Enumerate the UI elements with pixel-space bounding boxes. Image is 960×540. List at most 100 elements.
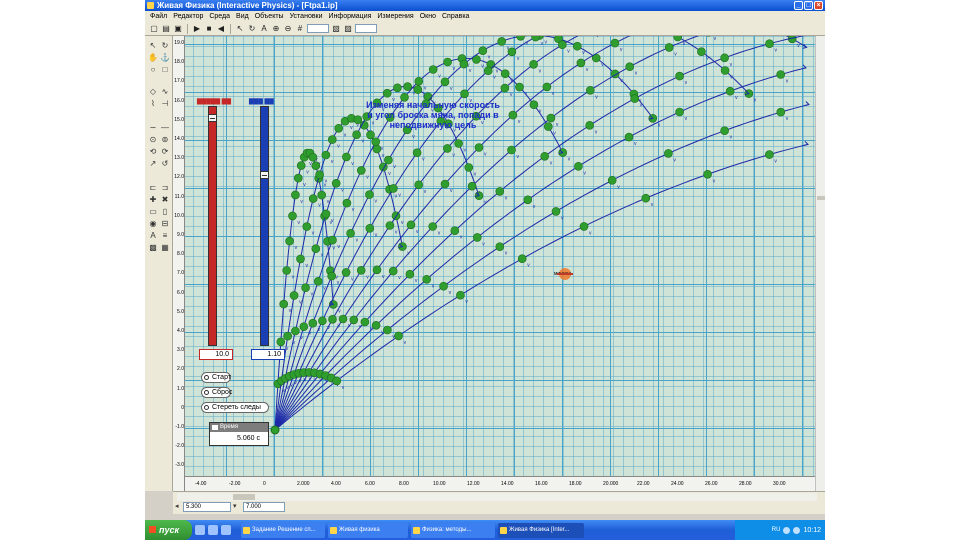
rotate-tool-icon[interactable]: ↻ bbox=[247, 24, 257, 34]
title-bar[interactable]: Живая Физика (Interactive Physics) - [Ft… bbox=[145, 0, 825, 11]
menu-item-help[interactable]: Справка bbox=[439, 13, 472, 20]
menu-item-define[interactable]: Установки bbox=[287, 13, 326, 20]
open-file-icon[interactable]: ▤ bbox=[161, 24, 171, 34]
zoom-in-icon[interactable]: ⊕ bbox=[271, 24, 281, 34]
menu-tool-icon[interactable]: ≡ bbox=[159, 230, 171, 241]
damper-tool-icon[interactable]: ⊣ bbox=[159, 98, 171, 109]
maximize-icon[interactable]: □ bbox=[804, 1, 813, 10]
rope-tool-icon[interactable]: ∼ bbox=[147, 122, 159, 133]
point-tool-icon[interactable]: ✚ bbox=[147, 194, 159, 205]
language-indicator[interactable]: RU bbox=[772, 527, 781, 533]
network-icon[interactable] bbox=[783, 526, 791, 534]
meter-tool-icon[interactable]: ▯ bbox=[159, 206, 171, 217]
scrollbar-thumb[interactable] bbox=[233, 494, 255, 500]
torque-tool-icon[interactable]: ↺ bbox=[159, 158, 171, 169]
menu-item-world[interactable]: Среда bbox=[206, 13, 233, 20]
ball-position bbox=[406, 220, 416, 230]
time-meter[interactable]: Время 5.060 с bbox=[209, 422, 269, 446]
hand-tool-icon[interactable]: ✋ bbox=[147, 52, 159, 63]
y-axis-tick: 7.0 bbox=[177, 270, 184, 277]
menu-item-edit[interactable]: Редактор bbox=[170, 13, 206, 20]
simulation-canvas[interactable]: v v v v v v v v v v v v v v v v v v v v v v v v v v v v v v v v v v v v v v v v… bbox=[173, 36, 815, 491]
quick-launch-icon[interactable] bbox=[195, 525, 205, 535]
erase-traces-button[interactable]: Стереть следы bbox=[201, 402, 269, 413]
close-icon[interactable]: × bbox=[814, 1, 823, 10]
motor-tool-icon[interactable]: ⟲ bbox=[147, 146, 159, 157]
y-coordinate-field[interactable]: 7.000 bbox=[243, 502, 285, 512]
horizontal-scrollbar[interactable] bbox=[177, 493, 817, 501]
taskbar-item-active[interactable]: Живая Физика [Inter... bbox=[498, 522, 584, 538]
meter-tool-icon[interactable]: ▭ bbox=[147, 206, 159, 217]
menu-item-view[interactable]: Вид bbox=[233, 13, 252, 20]
scrollbar-thumb[interactable] bbox=[817, 196, 825, 200]
menu-item-object[interactable]: Объекты bbox=[252, 13, 287, 20]
joint-tool-icon[interactable]: ⊚ bbox=[159, 134, 171, 145]
run-icon[interactable]: ▶ bbox=[192, 24, 202, 34]
arrow-tool-icon[interactable]: ↖ bbox=[147, 40, 159, 51]
speed-slider-thumb[interactable] bbox=[208, 114, 217, 122]
minimize-icon[interactable]: _ bbox=[794, 1, 803, 10]
vertical-scrollbar[interactable] bbox=[815, 36, 825, 491]
reset-icon[interactable]: ◀ bbox=[216, 24, 226, 34]
button-tool-icon[interactable]: ◉ bbox=[147, 218, 159, 229]
taskbar-item[interactable]: Живая физика bbox=[328, 522, 408, 538]
taskbar-item[interactable]: Задание Решение сп... bbox=[241, 522, 325, 538]
actuator-tool-icon[interactable]: ⟳ bbox=[159, 146, 171, 157]
curve-tool-icon[interactable]: ∿ bbox=[159, 86, 171, 97]
save-icon[interactable]: ▣ bbox=[173, 24, 183, 34]
y-axis-tick: -1.0 bbox=[175, 424, 184, 430]
text-tool-icon[interactable]: A bbox=[259, 24, 269, 34]
pin-tool-icon[interactable]: ⊙ bbox=[147, 134, 159, 145]
zoom-out-icon[interactable]: ⊖ bbox=[283, 24, 293, 34]
point-tool-icon[interactable]: ✖ bbox=[159, 194, 171, 205]
start-button[interactable]: пуск bbox=[145, 520, 192, 540]
speed-slider[interactable] bbox=[208, 106, 217, 346]
layer-tool-icon[interactable]: ▦ bbox=[159, 242, 171, 253]
grid-icon[interactable]: # bbox=[295, 24, 305, 34]
frame-field[interactable] bbox=[355, 24, 377, 33]
spring-tool-icon[interactable]: ⌇ bbox=[147, 98, 159, 109]
ball-launch-point[interactable] bbox=[270, 425, 280, 435]
scroll-left-icon[interactable]: ◂ bbox=[175, 502, 179, 510]
x-coordinate-field[interactable]: 5.300 bbox=[183, 502, 231, 512]
quick-launch-icon[interactable] bbox=[208, 525, 218, 535]
speed-value-field[interactable]: 10.0 bbox=[199, 349, 233, 360]
angle-slider-thumb[interactable] bbox=[260, 171, 269, 179]
polygon-tool-icon[interactable]: ◇ bbox=[147, 86, 159, 97]
skip-icon[interactable]: ▨ bbox=[343, 24, 353, 34]
slot-tool-icon[interactable]: ⊐ bbox=[159, 182, 171, 193]
circle-tool-icon[interactable]: ○ bbox=[147, 64, 159, 75]
arrow-tool-icon[interactable]: ↖ bbox=[235, 24, 245, 34]
quick-launch-icon[interactable] bbox=[221, 525, 231, 535]
start-button[interactable]: Старт bbox=[201, 372, 231, 383]
menu-item-window[interactable]: Окно bbox=[417, 13, 439, 20]
y-axis-tick: 10.0 bbox=[174, 212, 184, 219]
angle-value-field[interactable]: 1.10 bbox=[251, 349, 285, 360]
menu-item-measure[interactable]: Измерения bbox=[374, 13, 416, 20]
x-axis-tick: 28.00 bbox=[739, 481, 752, 487]
track-icon[interactable]: ▧ bbox=[331, 24, 341, 34]
reset-button[interactable]: Сброс bbox=[201, 387, 232, 398]
taskbar-item[interactable]: Физика: методы... bbox=[411, 522, 495, 538]
rotate-tool-icon[interactable]: ↻ bbox=[159, 40, 171, 51]
velocity-marker-icon: v bbox=[527, 263, 530, 269]
chevron-down-icon[interactable]: ▾ bbox=[233, 502, 237, 510]
anchor-tool-icon[interactable]: ⚓ bbox=[159, 52, 171, 63]
menu-item-info[interactable]: Информация bbox=[326, 13, 375, 20]
image-tool-icon[interactable]: ▩ bbox=[147, 242, 159, 253]
target[interactable]: мишень bbox=[554, 266, 573, 282]
force-tool-icon[interactable]: ↗ bbox=[147, 158, 159, 169]
volume-icon[interactable] bbox=[793, 526, 801, 534]
text-tool-icon[interactable]: A bbox=[147, 230, 159, 241]
slot-tool-icon[interactable]: ⊏ bbox=[147, 182, 159, 193]
velocity-marker-icon: v bbox=[620, 47, 623, 53]
step-field[interactable] bbox=[307, 24, 329, 33]
velocity-marker-icon: v bbox=[356, 237, 359, 243]
rod-tool-icon[interactable]: — bbox=[159, 122, 171, 133]
new-file-icon[interactable]: ▢ bbox=[149, 24, 159, 34]
slider-tool-icon[interactable]: ⊟ bbox=[159, 218, 171, 229]
stop-icon[interactable]: ■ bbox=[204, 24, 214, 34]
square-tool-icon[interactable]: □ bbox=[159, 64, 171, 75]
angle-slider[interactable] bbox=[260, 106, 269, 346]
menu-item-file[interactable]: Файл bbox=[147, 13, 170, 20]
